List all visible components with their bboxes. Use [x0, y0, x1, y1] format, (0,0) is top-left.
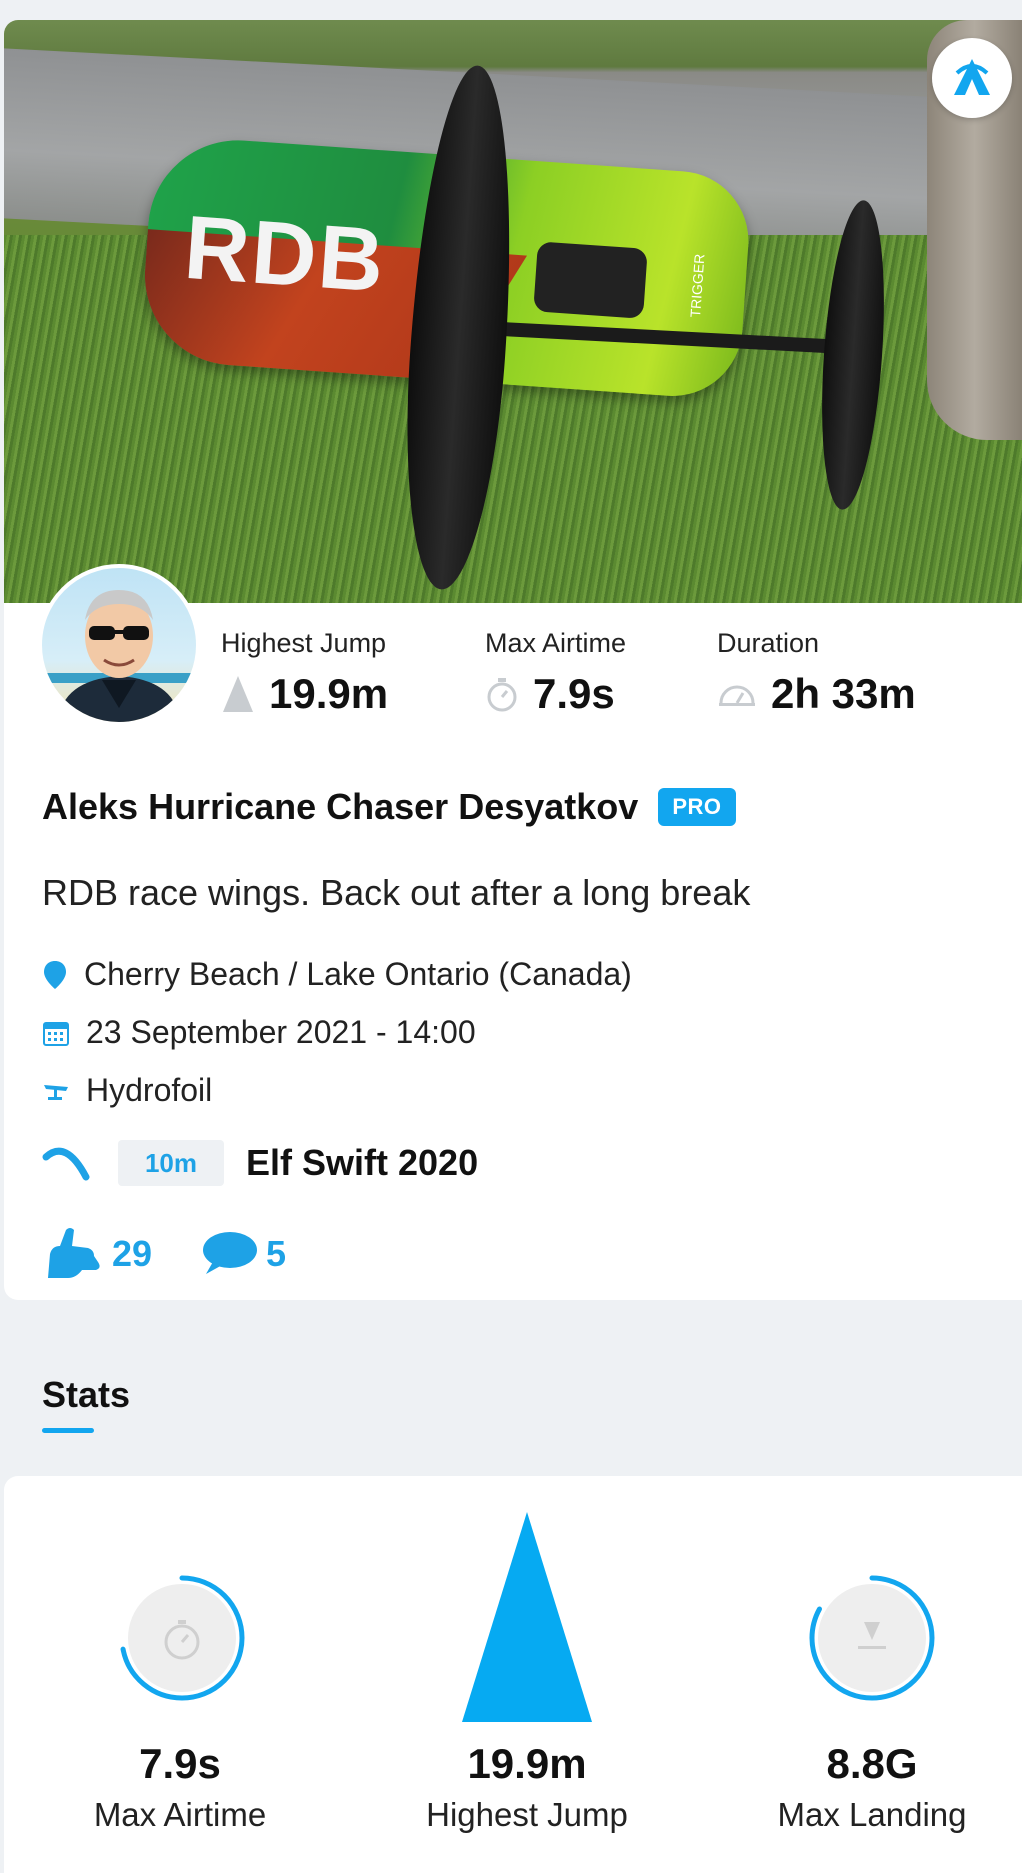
- stat-label: Highest Jump: [426, 1796, 628, 1833]
- location-row[interactable]: Cherry Beach / Lake Ontario (Canada): [42, 956, 632, 993]
- session-description: RDB race wings. Back out after a long br…: [42, 872, 751, 913]
- rider-avatar[interactable]: [38, 564, 200, 726]
- summary-value: 2h 33m: [771, 670, 916, 717]
- comment-button[interactable]: 5: [200, 1230, 286, 1278]
- stat-label: Max Landing: [777, 1796, 967, 1833]
- location-pin-icon: [44, 960, 66, 989]
- summary-max-airtime: Max Airtime 7.9s: [485, 628, 627, 717]
- kite-size-chip: 10m: [118, 1140, 224, 1186]
- sport-row: Hydrofoil: [42, 1072, 212, 1109]
- summary-label: Highest Jump: [221, 628, 387, 658]
- speedometer-icon: [719, 685, 755, 706]
- pro-badge: PRO: [658, 788, 736, 826]
- location-text: Cherry Beach / Lake Ontario (Canada): [84, 956, 632, 992]
- comments-count: 5: [266, 1233, 287, 1274]
- stat-value: 8.8G: [826, 1740, 918, 1787]
- sport-text: Hydrofoil: [86, 1072, 213, 1108]
- stats-card: 7.9s Max Airtime 19.9m Highest Jump 8.8G…: [4, 1476, 1022, 1873]
- kite-icon: [42, 1147, 90, 1181]
- summary-value: 19.9m: [269, 670, 389, 717]
- airtime-ring: [119, 1575, 245, 1701]
- jump-icon: [462, 1512, 592, 1722]
- woo-icon-button[interactable]: [932, 38, 1012, 118]
- stat-label: Max Airtime: [93, 1796, 267, 1833]
- woo-icon: [954, 59, 990, 95]
- summary-label: Duration: [717, 628, 820, 658]
- stat-value: 19.9m: [467, 1740, 587, 1787]
- summary-label: Max Airtime: [485, 628, 627, 658]
- tab-stats[interactable]: Stats: [42, 1374, 130, 1416]
- stopwatch-icon: [487, 678, 517, 712]
- tab-stats-indicator: [42, 1428, 94, 1433]
- kite-row[interactable]: 10m Elf Swift 2020: [42, 1140, 478, 1186]
- like-button[interactable]: 29: [42, 1226, 152, 1282]
- date-text: 23 September 2021 - 14:00: [86, 1014, 476, 1050]
- calendar-icon: [43, 1021, 69, 1046]
- summary-duration: Duration 2h 33m: [717, 628, 916, 717]
- stat-value: 7.9s: [139, 1740, 221, 1787]
- board-trigger-text: TRIGGER: [687, 253, 708, 318]
- jump-icon: [223, 676, 253, 712]
- likes-count: 29: [112, 1233, 153, 1274]
- rider-name[interactable]: Aleks Hurricane Chaser Desyatkov: [42, 786, 638, 828]
- hang-loose-icon: [48, 1228, 100, 1278]
- summary-highest-jump: Highest Jump 19.9m: [221, 628, 388, 717]
- date-row: 23 September 2021 - 14:00: [42, 1014, 476, 1051]
- session-photo[interactable]: RDB TRIGGER: [4, 20, 1022, 603]
- landing-ring: [809, 1575, 935, 1701]
- hydrofoil-icon: [44, 1084, 68, 1100]
- kite-name: Elf Swift 2020: [246, 1142, 479, 1183]
- comment-icon: [203, 1232, 258, 1274]
- summary-value: 7.9s: [533, 670, 615, 717]
- board-brand-text: RDB: [181, 197, 389, 312]
